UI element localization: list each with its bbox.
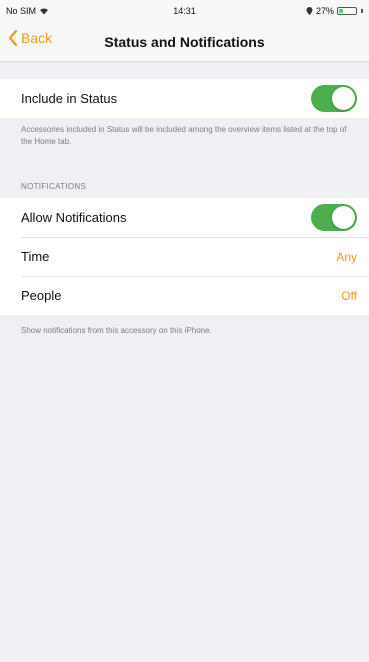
battery-tip [361, 9, 363, 13]
page-title: Status and Notifications [104, 34, 265, 50]
battery-percent: 27% [315, 6, 334, 16]
allow-notifications-toggle[interactable] [311, 204, 357, 231]
carrier-label: No SIM [6, 6, 37, 16]
toggle-knob [332, 206, 355, 229]
time-value: Any [336, 249, 357, 264]
status-left: No SIM [6, 6, 49, 16]
include-status-label: Include in Status [21, 91, 118, 106]
allow-notifications-label: Allow Notifications [21, 210, 127, 225]
time-row[interactable]: Time Any [0, 237, 369, 276]
status-bar: No SIM 14:31 27% [0, 0, 369, 22]
status-time: 14:31 [173, 6, 196, 16]
include-status-footnote: Accessories included in Status will be i… [21, 125, 347, 146]
status-right: 27% [306, 6, 363, 16]
include-status-row: Include in Status [0, 79, 369, 118]
allow-notifications-row: Allow Notifications [0, 198, 369, 237]
navigation-bar: Back Status and Notifications [0, 22, 369, 62]
battery-icon [337, 7, 357, 15]
people-value: Off [341, 288, 357, 303]
location-icon [306, 7, 313, 15]
include-status-toggle[interactable] [311, 85, 357, 112]
battery-fill [339, 9, 343, 13]
include-status-group: Include in Status [0, 79, 369, 118]
people-label: People [21, 288, 62, 303]
notifications-group: Allow Notifications Time Any People Off [0, 198, 369, 315]
wifi-icon [40, 8, 49, 15]
time-label: Time [21, 249, 50, 264]
notifications-footnote: Show notifications from this accessory o… [21, 326, 212, 335]
people-row[interactable]: People Off [0, 276, 369, 315]
notifications-section-header: NOTIFICATIONS [21, 182, 87, 191]
toggle-knob [332, 87, 355, 110]
